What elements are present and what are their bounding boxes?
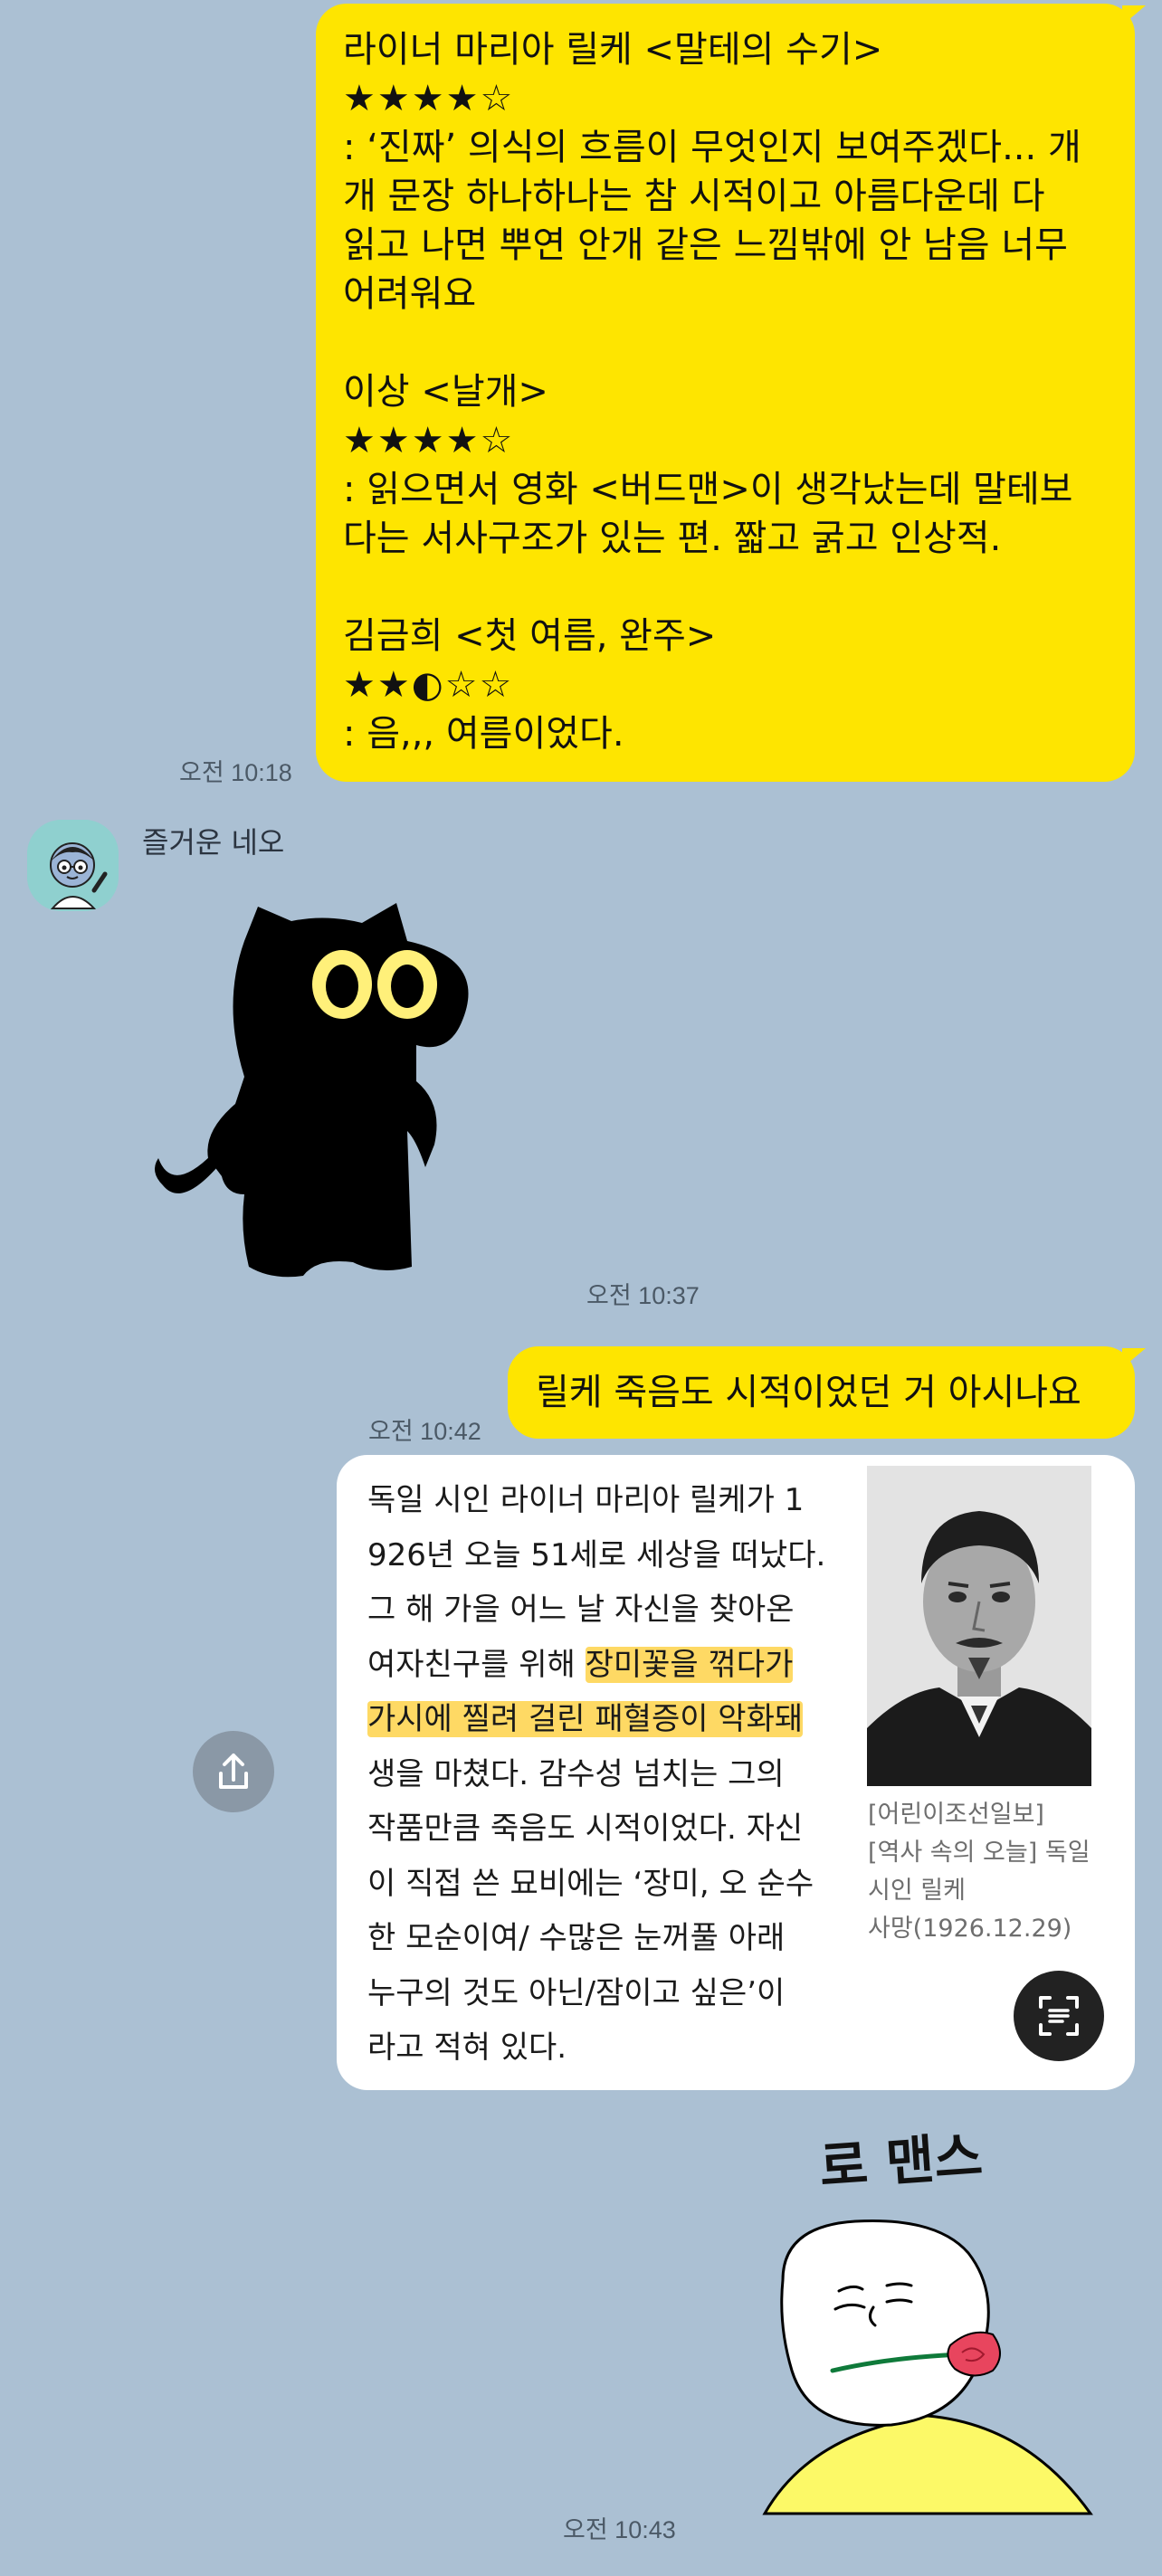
avatar[interactable] bbox=[27, 820, 119, 911]
share-icon bbox=[219, 1754, 248, 1789]
question-text: 릴케 죽음도 시적이었던 거 아시나요 bbox=[536, 1372, 1081, 1413]
review-line: 김금희 <첫 여름, 완주> bbox=[343, 615, 717, 657]
review-line: : 읽으면서 영화 <버드맨>이 생각났는데 말테보 bbox=[343, 469, 1073, 510]
share-button[interactable] bbox=[193, 1731, 274, 1812]
text-scan-button[interactable] bbox=[1014, 1971, 1104, 2061]
friend-name: 즐거운 네오 bbox=[142, 825, 285, 860]
article-line: 생을 마쳤다. 감수성 넘치는 그의 bbox=[367, 1755, 785, 1792]
review-line: : ‘진짜’ 의식의 흐름이 무엇인지 보여주겠다... 개 bbox=[343, 127, 1081, 168]
review-line: 이상 <날개> bbox=[343, 371, 548, 413]
article-line: 누구의 것도 아닌/잠이고 싶은’이 bbox=[367, 1974, 786, 2011]
review-line: 라이너 마리아 릴케 <말테의 수기> bbox=[343, 29, 883, 71]
review-bubble[interactable]: 라이너 마리아 릴케 <말테의 수기> ★★★★☆ : ‘진짜’ 의식의 흐름이… bbox=[316, 4, 1135, 782]
bubble-tail bbox=[1122, 5, 1146, 25]
review-line: 읽고 나면 뿌연 안개 같은 느낌밖에 안 남음 너무 bbox=[343, 224, 1068, 266]
caption-line: [역사 속의 오늘] 독일 bbox=[868, 1839, 1091, 1867]
message-time: 오전 10:42 bbox=[368, 1418, 481, 1445]
article-line: 작품만큼 죽음도 시적이었다. 자신 bbox=[367, 1811, 804, 1847]
romance-sticker[interactable]: 로 맨스 bbox=[756, 2117, 1109, 2515]
caption-line: 사망(1926.12.29) bbox=[868, 1915, 1072, 1943]
rating-stars: ★★★★☆ bbox=[343, 78, 515, 119]
highlighted-text: 장미꽃을 꺾다가 bbox=[585, 1646, 794, 1683]
bubble-tail bbox=[1122, 1348, 1146, 1368]
article-line: 라고 적혀 있다. bbox=[367, 2029, 567, 2066]
rating-stars: ★★◐☆☆ bbox=[343, 664, 514, 706]
review-line: 다는 서사구조가 있는 편. 짧고 굵고 인상적. bbox=[343, 518, 1002, 559]
neo-avatar-icon bbox=[27, 820, 119, 911]
message-time: 오전 10:43 bbox=[563, 2516, 676, 2543]
review-line: : 음,,, 여름이었다. bbox=[343, 713, 624, 755]
review-spacer bbox=[343, 563, 1108, 612]
article-text: 여자친구를 위해 bbox=[367, 1646, 586, 1683]
highlighted-text: 가시에 찔려 걸린 패혈증이 악화돼 bbox=[367, 1701, 804, 1737]
caption-line: [어린이조선일보] bbox=[868, 1801, 1044, 1829]
article-line: 가시에 찔려 걸린 패혈증이 악화돼 bbox=[367, 1692, 825, 1747]
message-time: 오전 10:37 bbox=[586, 1282, 700, 1309]
article-caption: [어린이조선일보] [역사 속의 오늘] 독일 시인 릴케 사망(1926.12… bbox=[868, 1796, 1091, 1948]
article-line: 926년 오늘 51세로 세상을 떠났다. bbox=[367, 1536, 826, 1573]
rilke-portrait-photo[interactable] bbox=[867, 1466, 1091, 1786]
portrait-photo-icon bbox=[867, 1466, 1091, 1786]
review-spacer bbox=[343, 318, 1108, 367]
question-bubble[interactable]: 릴케 죽음도 시적이었던 거 아시나요 bbox=[508, 1346, 1135, 1439]
cat-sticker[interactable] bbox=[145, 896, 507, 1294]
scan-text-icon bbox=[1039, 1996, 1079, 2036]
article-line: 여자친구를 위해 장미꽃을 꺾다가 bbox=[367, 1638, 825, 1693]
article-line: 한 모순이여/ 수많은 눈꺼풀 아래 bbox=[367, 1920, 786, 1956]
rating-stars: ★★★★☆ bbox=[343, 420, 515, 461]
article-line: 이 직접 쓴 묘비에는 ‘장미, 오 순수 bbox=[367, 1865, 814, 1902]
article-line: 독일 시인 라이너 마리아 릴케가 1 bbox=[367, 1482, 805, 1518]
article-body: 독일 시인 라이너 마리아 릴케가 1 926년 오늘 51세로 세상을 떠났다… bbox=[367, 1473, 825, 2076]
message-time: 오전 10:18 bbox=[179, 759, 292, 786]
article-line: 그 해 가을 어느 날 자신을 찾아온 bbox=[367, 1592, 795, 1628]
review-line: 어려워요 bbox=[343, 273, 477, 315]
black-cat-sticker-icon bbox=[155, 903, 469, 1278]
sticker-text: 로 맨스 bbox=[817, 2124, 985, 2199]
review-line: 개 문장 하나하나는 참 시적이고 아름다운데 다 bbox=[343, 176, 1045, 217]
article-card[interactable]: 독일 시인 라이너 마리아 릴케가 1 926년 오늘 51세로 세상을 떠났다… bbox=[337, 1455, 1135, 2090]
caption-line: 시인 릴케 bbox=[868, 1877, 966, 1905]
